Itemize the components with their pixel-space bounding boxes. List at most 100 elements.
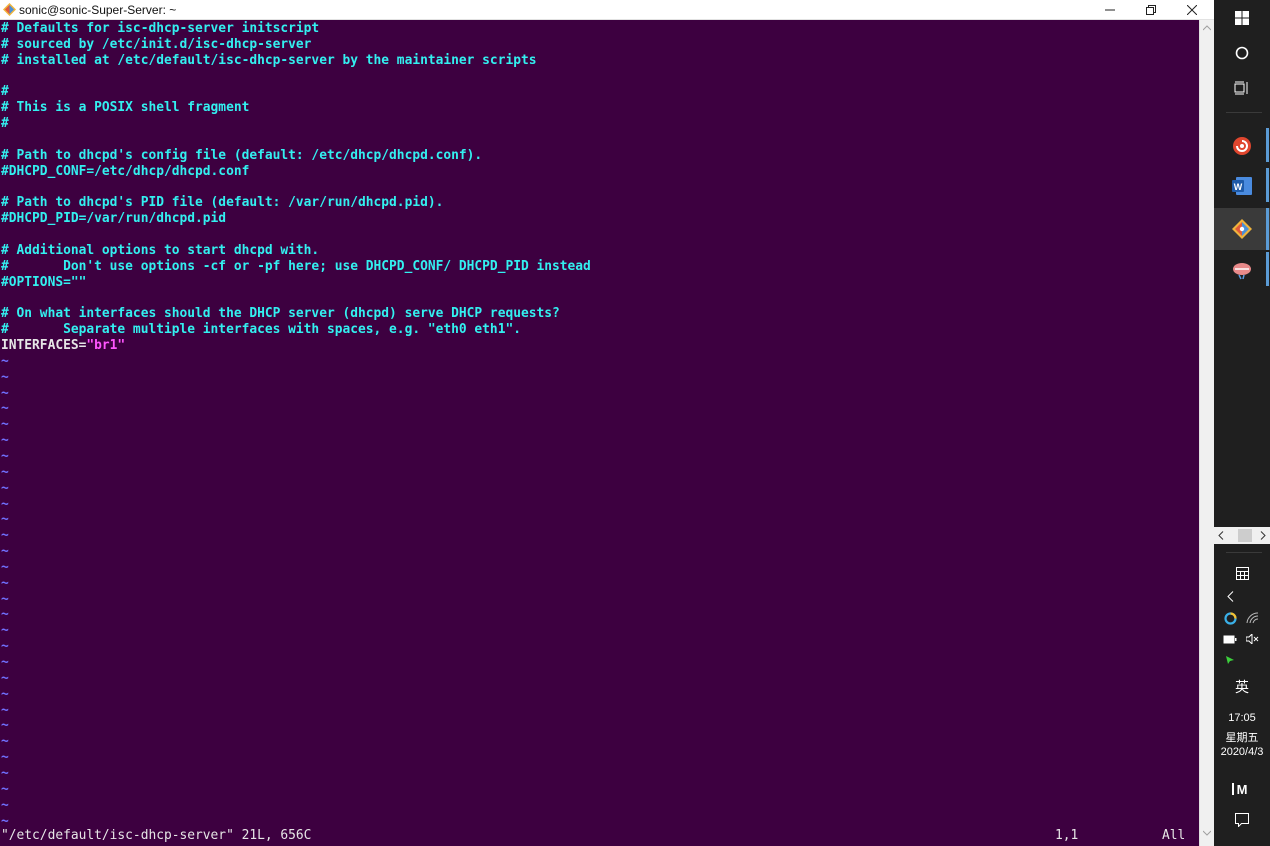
editor-line: # On what interfaces should the DHCP ser…: [1, 306, 560, 322]
editor-text-segment: # Additional options to start dhcpd with…: [1, 242, 320, 258]
taskbar: W 英 17:05 星期五 2020/4/3 M: [1214, 0, 1270, 846]
scroll-up-arrow-icon[interactable]: [1203, 25, 1211, 31]
scroll-down-arrow-icon[interactable]: [1203, 830, 1211, 836]
empty-line-tilde: ~: [1, 718, 9, 734]
empty-line-tilde: ~: [1, 607, 9, 623]
editor-text-segment: #DHCPD_PID=/var/run/dhcpd.pid: [1, 211, 227, 227]
cortana-search-button[interactable]: [1214, 41, 1270, 65]
editor-line: # Don't use options -cf or -pf here; use…: [1, 259, 591, 275]
notification-icon: [1235, 813, 1249, 827]
action-center-button[interactable]: [1214, 810, 1270, 830]
app-running-indicator: [1266, 208, 1269, 250]
taskbar-app-swirl[interactable]: [1214, 128, 1270, 164]
minimize-icon: [1105, 9, 1115, 11]
volume-tray-button[interactable]: [1224, 630, 1270, 648]
editor-line: # sourced by /etc/init.d/isc-dhcp-server: [1, 37, 311, 53]
svg-text:W: W: [1234, 182, 1243, 192]
taskbar-separator: [1226, 552, 1262, 553]
clock-weekday[interactable]: 星期五: [1214, 729, 1270, 745]
terminal-window: sonic@sonic-Super-Server: ~ # Defaults f…: [0, 0, 1214, 846]
empty-line-tilde: ~: [1, 797, 9, 813]
empty-line-tilde: ~: [1, 655, 9, 670]
empty-line-tilde: ~: [1, 639, 9, 655]
svg-text:M: M: [1237, 782, 1248, 796]
clock-date[interactable]: 2020/4/3: [1214, 746, 1270, 758]
empty-line-tilde: ~: [1, 528, 9, 544]
scrollbar-thumb[interactable]: [1238, 529, 1252, 542]
windows-start-icon: [1235, 11, 1249, 25]
empty-line-tilde: ~: [1, 765, 9, 781]
cortana-search-icon: [1235, 46, 1249, 60]
editor-line: #DHCPD_CONF=/etc/dhcp/dhcpd.conf: [1, 164, 249, 180]
scroll-left-arrow-icon[interactable]: [1218, 531, 1224, 540]
app-running-indicator: [1266, 128, 1269, 162]
close-icon: [1187, 5, 1197, 15]
terminal-editor-area[interactable]: # Defaults for isc-dhcp-server initscrip…: [0, 20, 1199, 846]
editor-line: # Path to dhcpd's config file (default: …: [1, 148, 482, 164]
word-icon: W: [1232, 177, 1252, 195]
status-file-info: "/etc/default/isc-dhcp-server" 21L, 656C: [1, 828, 312, 843]
title-bar[interactable]: sonic@sonic-Super-Server: ~: [0, 0, 1214, 20]
chevron-left-icon: [1226, 590, 1233, 602]
editor-text-segment: # Separate multiple interfaces with spac…: [1, 322, 521, 338]
empty-line-tilde: ~: [1, 369, 9, 385]
empty-line-tilde: ~: [1, 670, 9, 686]
editor-text-segment: # This is a POSIX shell fragment: [1, 100, 250, 116]
editor-text-segment: # Path to dhcpd's PID file (default: /va…: [1, 195, 444, 211]
restore-button[interactable]: [1131, 0, 1171, 20]
vertical-scrollbar[interactable]: [1199, 20, 1214, 846]
empty-line-tilde: ~: [1, 575, 9, 591]
app-tray-button[interactable]: [1202, 651, 1258, 669]
empty-line-tilde: ~: [1, 559, 9, 575]
empty-line-tilde: ~: [1, 781, 9, 797]
editor-text-segment: # On what interfaces should the DHCP ser…: [1, 306, 560, 322]
empty-line-tilde: ~: [1, 496, 9, 512]
empty-line-tilde: ~: [1, 512, 9, 528]
show-hidden-icons-button[interactable]: [1202, 587, 1258, 605]
network-tray-button[interactable]: [1224, 609, 1270, 627]
editor-text-segment: #DHCPD_CONF=/etc/dhcp/dhcpd.conf: [1, 163, 250, 179]
empty-line-tilde: ~: [1, 544, 9, 560]
status-cursor-position: 1,1: [1055, 828, 1079, 843]
editor-line: #OPTIONS="": [1, 275, 86, 291]
empty-line-tilde: ~: [1, 433, 9, 449]
meet-now-tray-button[interactable]: M: [1214, 779, 1270, 799]
taskbar-word[interactable]: W: [1214, 168, 1270, 204]
empty-line-tilde: ~: [1, 448, 9, 464]
editor-text-segment: "br1": [86, 338, 126, 353]
taskbar-terminal-active[interactable]: [1214, 208, 1270, 250]
editor-line: #DHCPD_PID=/var/run/dhcpd.pid: [1, 211, 226, 227]
empty-line-tilde: ~: [1, 417, 9, 433]
clock-time[interactable]: 17:05: [1214, 712, 1270, 724]
editor-text-segment: # Path to dhcpd's config file (default: …: [1, 147, 483, 163]
editor-line: # Defaults for isc-dhcp-server initscrip…: [1, 21, 319, 37]
windows-start-button[interactable]: [1214, 6, 1270, 30]
empty-line-tilde: ~: [1, 480, 9, 496]
editor-line: # installed at /etc/default/isc-dhcp-ser…: [1, 53, 537, 69]
empty-line-tilde: ~: [1, 353, 9, 369]
mi-logo-icon: M: [1232, 782, 1248, 796]
minimize-button[interactable]: [1090, 0, 1130, 20]
empty-line-tilde: ~: [1, 750, 9, 766]
taskbar-scrollbar[interactable]: [1214, 527, 1270, 544]
editor-line: INTERFACES="br1": [1, 338, 125, 354]
task-view-button[interactable]: [1214, 76, 1270, 100]
taskbar-app-bird[interactable]: [1214, 252, 1270, 288]
volume-muted-icon: [1245, 634, 1258, 644]
scroll-right-arrow-icon[interactable]: [1260, 531, 1266, 540]
calculator-icon: [1235, 566, 1249, 580]
editor-line: # Additional options to start dhcpd with…: [1, 243, 319, 259]
status-line: "/etc/default/isc-dhcp-server" 21L, 656C…: [1, 828, 1191, 844]
editor-text-segment: # sourced by /etc/init.d/isc-dhcp-server: [1, 36, 312, 52]
editor-line: # Path to dhcpd's PID file (default: /va…: [1, 195, 443, 211]
app-running-indicator: [1266, 168, 1269, 202]
task-view-icon: [1234, 81, 1248, 95]
ime-indicator[interactable]: 英: [1214, 677, 1270, 697]
empty-line-tilde: ~: [1, 385, 9, 401]
green-arrow-icon: [1226, 656, 1234, 664]
git-icon: [1232, 219, 1252, 239]
app-bird-icon: [1233, 263, 1251, 280]
empty-line-tilde: ~: [1, 464, 9, 480]
close-button[interactable]: [1172, 0, 1212, 20]
calculator-tray-button[interactable]: [1214, 563, 1270, 583]
